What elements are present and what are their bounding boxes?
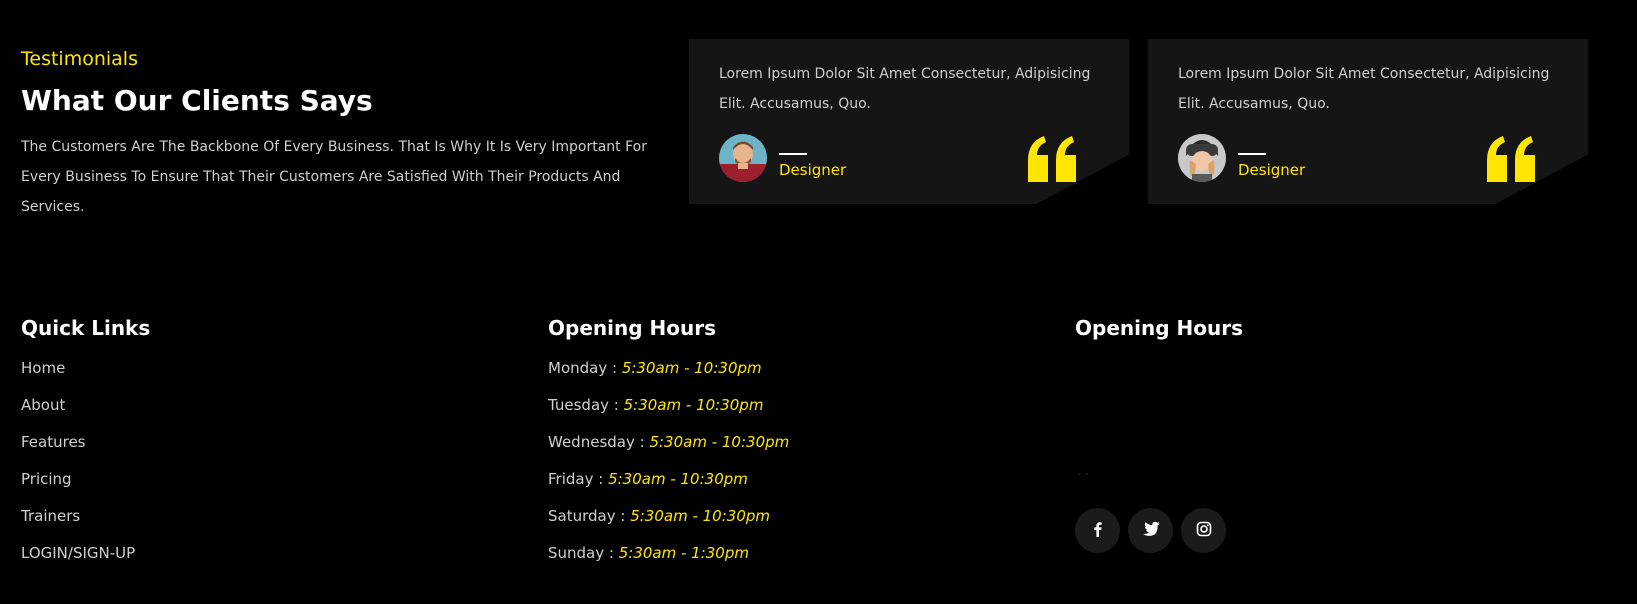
footer-link-login[interactable]: LOGIN/SIGN-UP xyxy=(21,543,150,580)
hours-time: 5:30am - 10:30pm xyxy=(608,470,748,488)
hours-time: 5:30am - 10:30pm xyxy=(623,396,764,414)
testimonial-card: Lorem Ipsum Dolor Sit Amet Consectetur, … xyxy=(689,39,1129,204)
testimonial-card: Lorem Ipsum Dolor Sit Amet Consectetur, … xyxy=(1148,39,1588,204)
testimonial-role: Designer xyxy=(1238,161,1306,179)
opening-hours-list: Monday : 5:30am - 10:30pm Tuesday : 5:30… xyxy=(548,358,789,580)
man-avatar xyxy=(719,134,767,182)
woman-avatar xyxy=(1178,134,1226,182)
hours-day: Sunday : xyxy=(548,544,614,562)
testimonial-text: Lorem Ipsum Dolor Sit Amet Consectetur, … xyxy=(1178,66,1550,112)
footer-link-home[interactable]: Home xyxy=(21,358,150,395)
hours-row: Saturday : 5:30am - 10:30pm xyxy=(548,506,789,543)
twitter-link[interactable] xyxy=(1128,508,1173,553)
section-eyebrow: Testimonials xyxy=(21,48,138,70)
hours-time: 5:30am - 10:30pm xyxy=(621,359,762,377)
hours-row: Tuesday : 5:30am - 10:30pm xyxy=(548,395,789,432)
section-description: The Customers Are The Backbone Of Every … xyxy=(21,139,647,215)
quote-icon xyxy=(1026,136,1078,182)
hours-time: 5:30am - 10:30pm xyxy=(649,433,790,451)
quote-icon xyxy=(1485,136,1537,182)
name-placeholder xyxy=(779,153,807,155)
hours-row: Friday : 5:30am - 10:30pm xyxy=(548,469,789,506)
footer-link-features[interactable]: Features xyxy=(21,432,150,469)
quick-links-title: Quick Links xyxy=(21,316,151,340)
third-column-title: Opening Hours xyxy=(1075,316,1243,340)
hours-time: 5:30am - 1:30pm xyxy=(618,544,749,562)
testimonials-intro: Testimonials What Our Clients Says The C… xyxy=(21,46,671,222)
hours-row: Sunday : 5:30am - 1:30pm xyxy=(548,543,789,580)
testimonial-text: Lorem Ipsum Dolor Sit Amet Consectetur, … xyxy=(719,66,1091,112)
hours-day: Saturday : xyxy=(548,507,626,525)
hours-time: 5:30am - 10:30pm xyxy=(630,507,771,525)
hours-row: Monday : 5:30am - 10:30pm xyxy=(548,358,789,395)
facebook-icon xyxy=(1090,521,1106,541)
instagram-link[interactable] xyxy=(1181,508,1226,553)
opening-hours-column: Opening Hours Monday : 5:30am - 10:30pm … xyxy=(548,312,789,580)
facebook-link[interactable] xyxy=(1075,508,1120,553)
opening-hours-title: Opening Hours xyxy=(548,316,716,340)
footer-link-pricing[interactable]: Pricing xyxy=(21,469,150,506)
section-title: What Our Clients Says xyxy=(21,84,373,117)
twitter-icon xyxy=(1142,521,1160,541)
faint-dots: •• xyxy=(1077,470,1093,479)
hours-day: Wednesday : xyxy=(548,433,645,451)
hours-day: Tuesday : xyxy=(548,396,619,414)
third-column: Opening Hours xyxy=(1075,312,1243,344)
quick-links-column: Quick Links Home About Features Pricing … xyxy=(21,312,150,580)
footer-link-about[interactable]: About xyxy=(21,395,150,432)
social-links xyxy=(1075,508,1226,553)
page: Testimonials What Our Clients Says The C… xyxy=(0,0,1637,604)
footer-link-trainers[interactable]: Trainers xyxy=(21,506,150,543)
hours-row: Wednesday : 5:30am - 10:30pm xyxy=(548,432,789,469)
quick-links-list: Home About Features Pricing Trainers LOG… xyxy=(21,358,150,580)
testimonial-role: Designer xyxy=(779,161,847,179)
instagram-icon xyxy=(1196,521,1212,541)
hours-day: Friday : xyxy=(548,470,604,488)
hours-day: Monday : xyxy=(548,359,618,377)
name-placeholder xyxy=(1238,153,1266,155)
